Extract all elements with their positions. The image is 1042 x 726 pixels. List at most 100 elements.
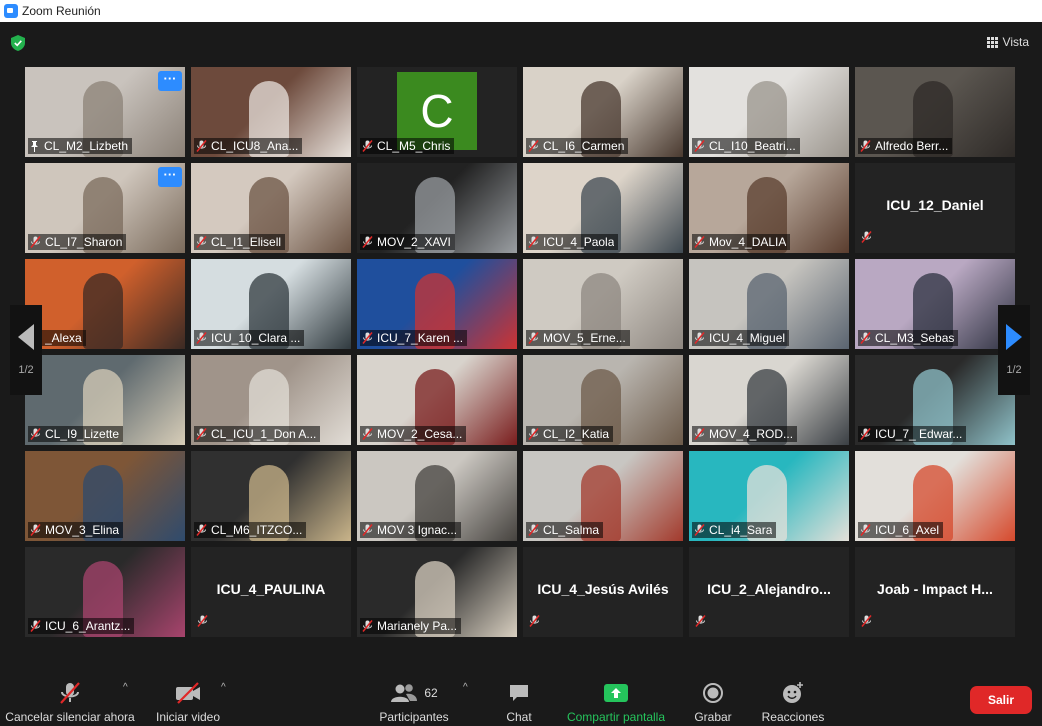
participant-name-label: CL_I1_Elisell — [194, 234, 286, 250]
participant-tile[interactable]: Marianely Pa... — [357, 547, 517, 637]
participant-tile[interactable]: MOV_2_Cesa... — [357, 355, 517, 445]
participant-tile[interactable]: CL_I1_Elisell — [191, 163, 351, 253]
participant-name: ICU_4_Paola — [543, 235, 615, 249]
participant-tile[interactable]: CL_ICU_1_Don A... — [191, 355, 351, 445]
participant-tile[interactable]: ICU_4_Paola — [523, 163, 683, 253]
muted-mic-icon — [196, 140, 207, 152]
participant-name: CL_I2_Katia — [543, 427, 610, 441]
participant-name: CL_I1_Elisell — [211, 235, 282, 249]
participant-name: CL_I7_Sharon — [45, 235, 123, 249]
participant-tile[interactable]: MOV_4_ROD... — [689, 355, 849, 445]
participant-tile[interactable]: ICU_7_ Edwar... — [855, 355, 1015, 445]
participant-tile[interactable]: ICU_7_Karen ... — [357, 259, 517, 349]
participant-tile[interactable]: Joab - Impact H... — [855, 547, 1015, 637]
security-shield-icon[interactable] — [11, 35, 25, 51]
participant-name-label: ICU_6_Arantz... — [28, 618, 135, 634]
participant-tile[interactable]: MOV_3_Elina — [25, 451, 185, 541]
participant-tile[interactable]: MOV_2_XAVI — [357, 163, 517, 253]
share-screen-button[interactable]: Compartir pantalla — [562, 680, 670, 724]
muted-mic-icon — [196, 236, 207, 248]
muted-mic-icon — [362, 524, 373, 536]
share-screen-label: Compartir pantalla — [566, 710, 666, 724]
page-indicator-right: 1/2 — [1006, 364, 1022, 376]
participant-tile[interactable]: MOV 3 Ignac... — [357, 451, 517, 541]
participant-name-label: CL_M3_Sebas — [858, 330, 959, 346]
participant-name-label: MOV 3 Ignac... — [360, 522, 462, 538]
record-button[interactable]: Grabar — [690, 680, 736, 724]
view-button[interactable]: Vista — [986, 35, 1029, 49]
participant-name-label: CL_I9_Lizette — [28, 426, 124, 442]
muted-mic-icon — [362, 236, 373, 248]
participant-name: CL_M2_Lizbeth — [44, 139, 129, 153]
participant-tile[interactable]: CL_I6_Carmen — [523, 67, 683, 157]
participant-name-label: Marianely Pa... — [360, 618, 462, 634]
participant-name: CL_M3_Sebas — [875, 331, 955, 345]
chat-label: Chat — [506, 710, 532, 724]
participants-label: Participantes — [379, 710, 449, 724]
participant-figure — [83, 273, 123, 349]
participant-name: MOV_2_Cesa... — [377, 427, 463, 441]
participant-tile[interactable]: Alfredo Berr... — [855, 67, 1015, 157]
next-page-button[interactable]: 1/2 — [998, 305, 1030, 395]
muted-mic-icon — [861, 614, 876, 632]
chat-button[interactable]: Chat — [500, 680, 538, 724]
muted-mic-icon — [528, 332, 539, 344]
participant-tile[interactable]: CL_M6_ITZCO... — [191, 451, 351, 541]
share-screen-icon — [603, 680, 629, 706]
participant-tile[interactable]: CL_ICU8_Ana... — [191, 67, 351, 157]
participant-name-label: CL_M5_Chris — [360, 138, 455, 154]
participant-tile[interactable]: ICU_10_Clara ... — [191, 259, 351, 349]
participant-tile[interactable]: Mov_4_DALIA — [689, 163, 849, 253]
participant-name-label: Mov_4_DALIA — [692, 234, 791, 250]
participant-tile[interactable]: ICU_4_PAULINA — [191, 547, 351, 637]
video-options-chevron-up-icon[interactable]: ^ — [221, 682, 226, 693]
participant-tile[interactable]: CL_I7_Sharon ··· — [25, 163, 185, 253]
muted-mic-icon — [362, 332, 373, 344]
participant-name-label: CL_i4_Sara — [692, 522, 777, 538]
more-options-icon[interactable]: ··· — [158, 167, 182, 187]
muted-mic-icon — [695, 614, 710, 632]
participant-name: CL_M6_ITZCO... — [211, 523, 303, 537]
muted-mic-icon — [362, 428, 373, 440]
participant-name: Alfredo Berr... — [875, 139, 949, 153]
audio-options-chevron-up-icon[interactable]: ^ — [123, 682, 128, 693]
more-options-icon[interactable]: ··· — [158, 71, 182, 91]
participant-tile[interactable]: ICU_2_Alejandro... — [689, 547, 849, 637]
muted-mic-icon — [30, 620, 41, 632]
participant-tile[interactable]: _Alexa — [25, 259, 185, 349]
muted-mic-icon — [694, 140, 705, 152]
participant-tile[interactable]: CL_I9_Lizette — [25, 355, 185, 445]
unmute-button[interactable]: Cancelar silenciar ahora — [5, 680, 135, 724]
participants-button[interactable]: 62 Participantes — [376, 680, 452, 724]
muted-mic-icon — [694, 428, 705, 440]
previous-page-button[interactable]: 1/2 — [10, 305, 42, 395]
participant-tile[interactable]: ICU_12_Daniel — [855, 163, 1015, 253]
muted-mic-icon — [860, 140, 871, 152]
participant-name: ICU_6_Arantz... — [45, 619, 131, 633]
muted-mic-icon — [860, 524, 871, 536]
participant-tile[interactable]: ICU_6_Axel — [855, 451, 1015, 541]
participant-name-label: CL_M2_Lizbeth — [28, 138, 133, 154]
leave-button[interactable]: Salir — [970, 686, 1032, 714]
window-title: Zoom Reunión — [22, 4, 101, 18]
participant-tile[interactable]: ICU_4_Jesús Avilés — [523, 547, 683, 637]
participant-tile[interactable]: CL_M2_Lizbeth ··· — [25, 67, 185, 157]
participants-options-chevron-up-icon[interactable]: ^ — [463, 682, 468, 693]
participant-tile[interactable]: CL_Salma — [523, 451, 683, 541]
chat-bubble-icon — [508, 680, 530, 706]
participant-tile[interactable]: CL_I10_Beatri... — [689, 67, 849, 157]
start-video-button[interactable]: Iniciar video — [152, 680, 224, 724]
participant-tile[interactable]: MOV_5_Erne... — [523, 259, 683, 349]
muted-mic-icon — [528, 524, 539, 536]
participant-name-label: MOV_5_Erne... — [526, 330, 630, 346]
participant-tile[interactable]: ICU_6_Arantz... — [25, 547, 185, 637]
reactions-button[interactable]: Reacciones — [758, 680, 828, 724]
muted-mic-icon — [362, 620, 373, 632]
participant-tile[interactable]: CL_M3_Sebas — [855, 259, 1015, 349]
participant-tile[interactable]: ICU_4_Miguel — [689, 259, 849, 349]
participant-tile[interactable]: C CL_M5_Chris — [357, 67, 517, 157]
muted-mic-icon — [528, 140, 539, 152]
participant-tile[interactable]: CL_I2_Katia — [523, 355, 683, 445]
record-label: Grabar — [694, 710, 732, 724]
participant-tile[interactable]: CL_i4_Sara — [689, 451, 849, 541]
